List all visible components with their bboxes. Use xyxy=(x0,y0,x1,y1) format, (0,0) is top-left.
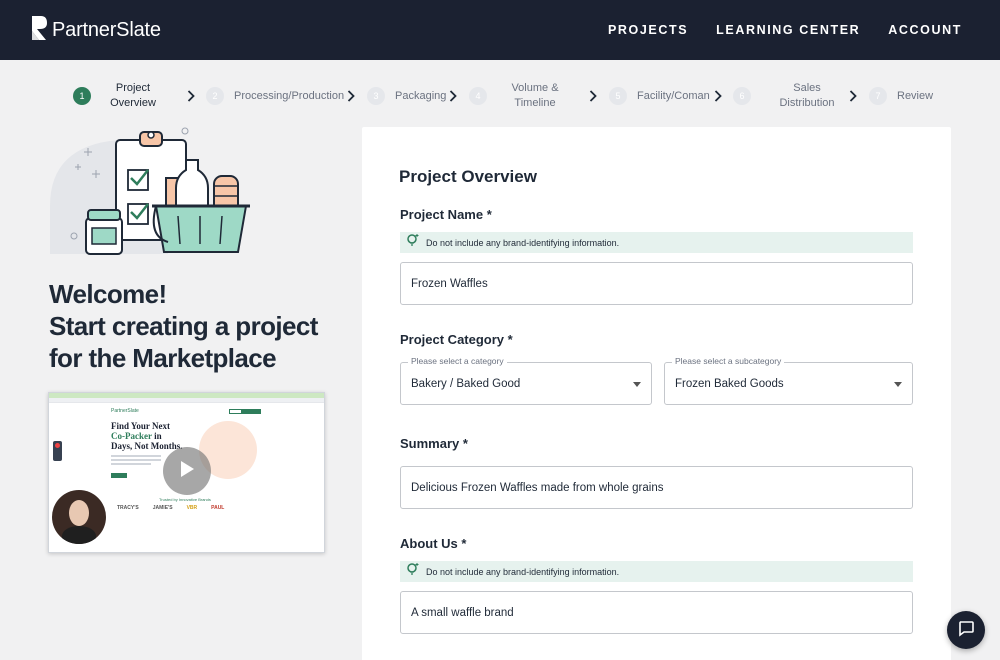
project-name-input[interactable]: Frozen Waffles xyxy=(400,262,913,305)
play-button[interactable] xyxy=(163,447,211,495)
welcome-line-1: Welcome! xyxy=(49,279,167,309)
step-processing-production[interactable]: 2 Processing/Production xyxy=(206,78,344,114)
video-body-text xyxy=(111,455,161,471)
video-browser-bar xyxy=(49,398,324,403)
video-headline: Find Your Next Co-Packer in Days, Not Mo… xyxy=(111,421,183,451)
top-navbar: PartnerSlate PROJECTS LEARNING CENTER AC… xyxy=(0,0,1000,60)
step-volume-timeline[interactable]: 4 Volume & Timeline xyxy=(469,78,573,114)
lightbulb-icon xyxy=(406,562,420,581)
chevron-right-icon xyxy=(186,87,196,105)
step-packaging[interactable]: 3 Packaging xyxy=(367,78,446,114)
about-us-label: About Us * xyxy=(400,536,467,551)
step-label: Project Overview xyxy=(110,82,156,109)
about-us-hint: Do not include any brand-identifying inf… xyxy=(400,561,913,582)
subcategory-select[interactable]: Please select a subcategory Frozen Baked… xyxy=(664,356,913,405)
step-review[interactable]: 7 Review xyxy=(869,78,933,114)
logo-text: PartnerSlate xyxy=(52,19,161,41)
nav-account[interactable]: ACCOUNT xyxy=(888,23,962,37)
step-number: 1 xyxy=(73,87,91,105)
step-number: 7 xyxy=(869,87,887,105)
partnerslate-logo[interactable]: PartnerSlate xyxy=(30,15,161,46)
category-legend: Please select a category xyxy=(408,356,507,366)
subcategory-legend: Please select a subcategory xyxy=(672,356,785,366)
step-number: 4 xyxy=(469,87,487,105)
chevron-right-icon xyxy=(848,87,858,105)
video-trusted-text: Trusted by Innovative Brands xyxy=(159,497,211,502)
step-project-overview[interactable]: 1 Project Overview xyxy=(73,78,165,114)
chat-bubble-icon xyxy=(957,619,975,642)
caret-down-icon xyxy=(894,382,902,387)
step-label: Facility/Coman xyxy=(637,89,710,102)
step-number: 3 xyxy=(367,87,385,105)
welcome-line-3: for the Marketplace xyxy=(49,343,277,373)
subcategory-value: Frozen Baked Goods xyxy=(675,377,784,390)
step-label: Sales Distribution xyxy=(779,82,835,109)
video-nav-button xyxy=(241,409,261,414)
step-number: 5 xyxy=(609,87,627,105)
step-label: Review xyxy=(897,89,934,102)
project-overview-form: Project Overview Project Name * Do not i… xyxy=(362,127,951,660)
step-sales-distribution[interactable]: 6 Sales Distribution xyxy=(733,78,853,114)
chevron-right-icon xyxy=(346,87,356,105)
intro-video-thumbnail[interactable]: PartnerSlate Find Your Next Co-Packer in… xyxy=(48,392,325,553)
project-category-label: Project Category * xyxy=(400,332,513,347)
video-brand-logos: TRACY'S JAMIE'S VBR PAUL xyxy=(117,505,225,511)
chevron-right-icon xyxy=(588,87,598,105)
presenter-avatar xyxy=(52,490,106,544)
video-cta xyxy=(111,473,127,478)
form-title: Project Overview xyxy=(399,167,537,186)
chat-button[interactable] xyxy=(947,611,985,649)
summary-label: Summary * xyxy=(400,436,468,451)
step-label: Processing/Production xyxy=(234,89,345,102)
lightbulb-icon xyxy=(406,233,420,252)
welcome-heading: Welcome! Start creating a project for th… xyxy=(49,278,339,374)
video-side-widget xyxy=(53,441,62,461)
category-value: Bakery / Baked Good xyxy=(411,377,521,390)
video-brand: PartnerSlate xyxy=(111,408,139,414)
project-name-hint: Do not include any brand-identifying inf… xyxy=(400,232,913,253)
project-name-label: Project Name * xyxy=(400,207,492,222)
clipboard-basket-illustration xyxy=(48,126,258,256)
nav-projects[interactable]: PROJECTS xyxy=(608,23,688,37)
caret-down-icon xyxy=(633,382,641,387)
logo-icon xyxy=(30,15,48,46)
summary-input[interactable]: Delicious Frozen Waffles made from whole… xyxy=(400,466,913,509)
about-us-input[interactable]: A small waffle brand xyxy=(400,591,913,634)
chevron-right-icon xyxy=(448,87,458,105)
progress-stepper: 1 Project Overview 2 Processing/Producti… xyxy=(0,78,1000,114)
chevron-right-icon xyxy=(713,87,723,105)
step-number: 2 xyxy=(206,87,224,105)
welcome-line-2: Start creating a project xyxy=(49,311,318,341)
category-select[interactable]: Please select a category Bakery / Baked … xyxy=(400,356,652,405)
step-number: 6 xyxy=(733,87,751,105)
step-label: Volume & Timeline xyxy=(511,82,559,109)
step-label: Packaging xyxy=(395,89,447,102)
nav-learning-center[interactable]: LEARNING CENTER xyxy=(716,23,860,37)
step-facility-coman[interactable]: 5 Facility/Coman xyxy=(609,78,710,114)
play-icon xyxy=(178,459,196,484)
